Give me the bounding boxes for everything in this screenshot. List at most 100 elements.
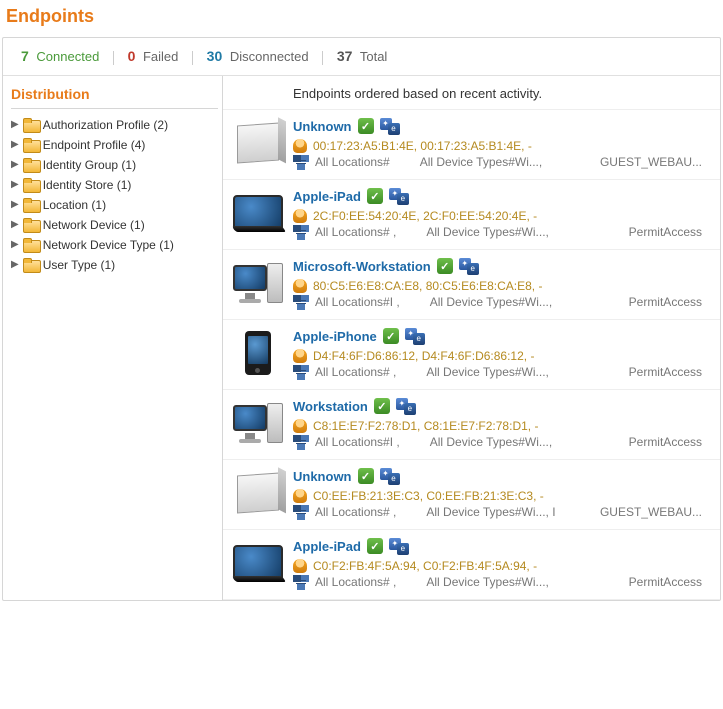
tree-item-label: Identity Store (1)	[43, 178, 132, 192]
endpoint-details: Microsoft-Workstation✓✦e80:C5:E6:E8:CA:E…	[293, 258, 710, 311]
endpoint-mac: 2C:F0:EE:54:20:4E, 2C:F0:EE:54:20:4E, -	[313, 209, 537, 223]
page-title: Endpoints	[0, 0, 723, 37]
endpoint-device-icon	[233, 538, 283, 588]
profile-pair-icon: ✦e	[380, 118, 400, 135]
status-check-icon: ✓	[367, 188, 383, 204]
endpoint-mac: 80:C5:E6:E8:CA:E8, 80:C5:E6:E8:CA:E8, -	[313, 279, 542, 293]
list-heading: Endpoints ordered based on recent activi…	[223, 82, 720, 110]
summary-total[interactable]: 37 Total	[337, 49, 387, 64]
folder-icon	[23, 218, 39, 231]
endpoint-name-link[interactable]: Unknown	[293, 119, 352, 134]
unknown-device-icon	[237, 472, 279, 513]
connected-count: 7	[21, 48, 29, 64]
folder-icon	[23, 118, 39, 131]
endpoint-details: Apple-iPhone ✓ ✦e D4:F4:6F:D6:86:12, D4:F4:…	[293, 328, 710, 381]
endpoint-name-link[interactable]: Unknown	[293, 469, 352, 484]
endpoint-device-icon	[233, 188, 283, 238]
tree-item[interactable]: ▶ User Type (1)	[11, 255, 218, 275]
endpoint-mac: D4:F4:6F:D6:86:12, D4:F4:6F:D6:86:12, -	[313, 349, 534, 363]
folder-icon	[23, 158, 39, 171]
failed-label: Failed	[143, 49, 178, 64]
expand-arrow-icon[interactable]: ▶	[11, 179, 19, 190]
endpoint-location: All Locations# ,	[315, 505, 396, 519]
total-label: Total	[360, 49, 387, 64]
expand-arrow-icon[interactable]: ▶	[11, 159, 19, 170]
endpoint-row[interactable]: Apple-iPhone ✓ ✦e D4:F4:6F:D6:86:12, D4:F4:…	[223, 320, 720, 390]
endpoint-name-link[interactable]: Apple-iPad	[293, 539, 361, 554]
endpoint-device-icon	[233, 258, 283, 308]
person-icon	[293, 489, 307, 503]
expand-arrow-icon[interactable]: ▶	[11, 199, 19, 210]
tree-item[interactable]: ▶Authorization Profile (2)	[11, 115, 218, 135]
tree-item[interactable]: ▶Identity Group (1)	[11, 155, 218, 175]
endpoint-location: All Locations# ,	[315, 575, 396, 589]
expand-arrow-icon[interactable]: ▶	[11, 259, 19, 270]
expand-arrow-icon[interactable]: ▶	[11, 119, 19, 130]
endpoint-name-link[interactable]: Apple-iPhone	[293, 329, 377, 344]
endpoint-device-type: All Device Types#Wi...,	[430, 295, 552, 309]
endpoint-device-icon	[233, 468, 283, 518]
endpoint-name-link[interactable]: Apple-iPad	[293, 189, 361, 204]
person-icon	[293, 139, 307, 153]
folder-icon	[23, 138, 39, 151]
workstation-icon	[233, 261, 283, 305]
status-check-icon: ✓	[358, 468, 374, 484]
endpoint-name-link[interactable]: Workstation	[293, 399, 368, 414]
endpoint-auth-result: PermitAccess	[629, 295, 710, 309]
tree-item[interactable]: ▶ Endpoint Profile (4)	[11, 135, 218, 155]
phone-icon	[245, 331, 271, 375]
folder-icon	[23, 258, 39, 271]
endpoint-device-type: All Device Types#Wi...,	[426, 225, 548, 239]
endpoint-device-type: All Device Types#Wi...,	[430, 435, 552, 449]
tree-item[interactable]: ▶Location (1)	[11, 195, 218, 215]
distribution-sidebar: Distribution ▶Authorization Profile (2)▶…	[3, 76, 223, 600]
endpoint-row[interactable]: Unknown✓✦e00:17:23:A5:B1:4E, 00:17:23:A5…	[223, 110, 720, 180]
endpoint-device-type: All Device Types#Wi...,	[420, 155, 542, 169]
endpoint-row[interactable]: Microsoft-Workstation✓✦e80:C5:E6:E8:CA:E…	[223, 250, 720, 320]
endpoint-row[interactable]: Apple-iPad✓✦eC0:F2:FB:4F:5A:94, C0:F2:FB…	[223, 530, 720, 600]
endpoint-mac: 00:17:23:A5:B1:4E, 00:17:23:A5:B1:4E, -	[313, 139, 532, 153]
endpoint-row[interactable]: Workstation✓✦eC8:1E:E7:F2:78:D1, C8:1E:E…	[223, 390, 720, 460]
profile-pair-icon: ✦e	[389, 188, 409, 205]
network-icon	[293, 365, 309, 379]
summary-disconnected[interactable]: 30 Disconnected	[207, 49, 313, 64]
endpoint-location: All Locations#	[315, 155, 390, 169]
endpoint-details: Apple-iPad✓✦eC0:F2:FB:4F:5A:94, C0:F2:FB…	[293, 538, 710, 591]
tree-item-label: Network Device Type (1)	[43, 238, 174, 252]
tablet-icon	[233, 195, 283, 231]
endpoint-name-link[interactable]: Microsoft-Workstation	[293, 259, 431, 274]
tree-item[interactable]: ▶ Network Device Type (1)	[11, 235, 218, 255]
summary-connected[interactable]: 7 Connected	[21, 49, 103, 64]
endpoint-auth-result: PermitAccess	[629, 435, 710, 449]
endpoint-row[interactable]: Apple-iPad ✓ ✦e 2C:F0:EE:54:20:4E, 2C:F0:EE…	[223, 180, 720, 250]
endpoint-details: Unknown✓✦e00:17:23:A5:B1:4E, 00:17:23:A5…	[293, 118, 710, 171]
status-check-icon: ✓	[383, 328, 399, 344]
status-check-icon: ✓	[374, 398, 390, 414]
network-icon	[293, 225, 309, 239]
endpoint-device-icon	[233, 118, 283, 168]
folder-icon	[23, 238, 39, 251]
separator	[192, 51, 193, 65]
expand-arrow-icon[interactable]: ▶	[11, 219, 19, 230]
person-icon	[293, 419, 307, 433]
summary-failed[interactable]: 0 Failed	[128, 49, 182, 64]
endpoints-panel: 7 Connected 0 Failed 30 Disconnected 37 …	[2, 37, 721, 601]
tree-item-label: Endpoint Profile (4)	[43, 138, 146, 152]
expand-arrow-icon[interactable]: ▶	[11, 139, 19, 150]
endpoint-device-icon	[233, 328, 283, 378]
person-icon	[293, 349, 307, 363]
connected-label: Connected	[36, 49, 99, 64]
endpoint-mac: C0:F2:FB:4F:5A:94, C0:F2:FB:4F:5A:94, -	[313, 559, 537, 573]
separator	[113, 51, 114, 65]
endpoint-mac: C0:EE:FB:21:3E:C3, C0:EE:FB:21:3E:C3, -	[313, 489, 544, 503]
disconnected-label: Disconnected	[230, 49, 309, 64]
profile-pair-icon: ✦e	[405, 328, 425, 345]
tree-item[interactable]: ▶ Identity Store (1)	[11, 175, 218, 195]
tree-item[interactable]: ▶Network Device (1)	[11, 215, 218, 235]
expand-arrow-icon[interactable]: ▶	[11, 239, 19, 250]
endpoint-location: All Locations#I ,	[315, 295, 400, 309]
endpoint-location: All Locations# ,	[315, 225, 396, 239]
endpoint-row[interactable]: Unknown✓✦eC0:EE:FB:21:3E:C3, C0:EE:FB:21…	[223, 460, 720, 530]
tablet-icon	[233, 545, 283, 581]
tree-item-label: User Type (1)	[43, 258, 115, 272]
